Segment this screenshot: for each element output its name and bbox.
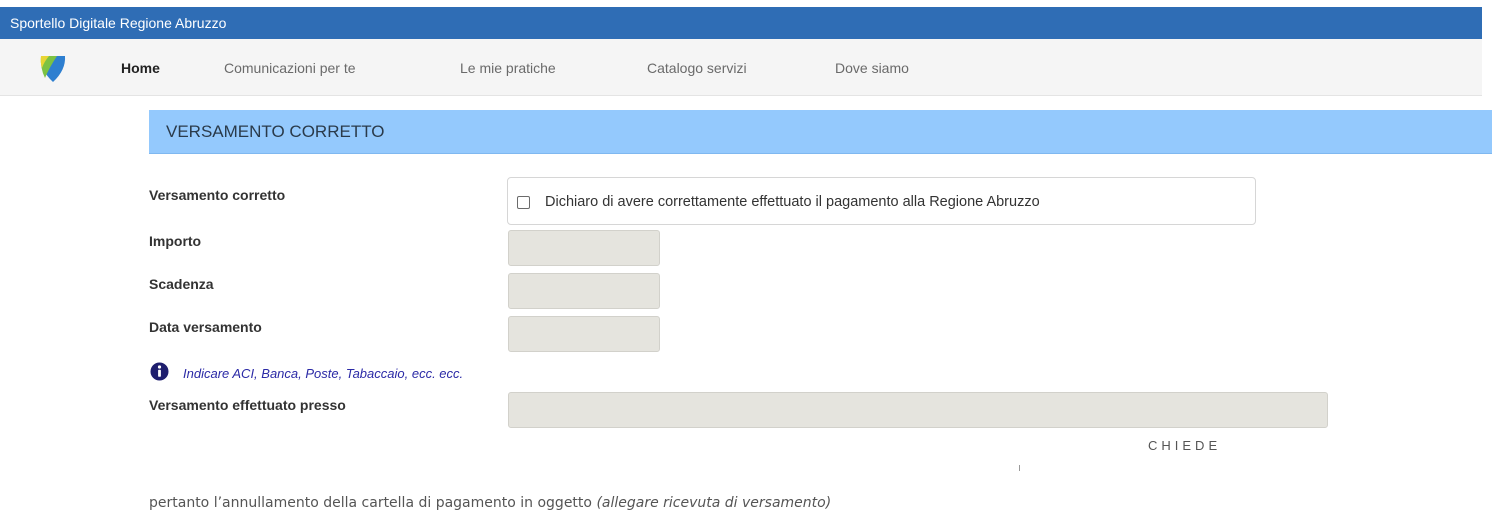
section-header: VERSAMENTO CORRETTO [149,110,1492,154]
data-versamento-input[interactable] [508,316,660,352]
top-bar: Sportello Digitale Regione Abruzzo [0,7,1482,39]
main-nav: Home Comunicazioni per te Le mie pratich… [0,39,1482,96]
info-icon [150,362,169,381]
scadenza-label: Scadenza [149,276,214,292]
scadenza-input[interactable] [508,273,660,309]
nav-dove-siamo[interactable]: Dove siamo [835,60,909,76]
chiede-text: CHIEDE [1148,438,1222,453]
importo-label: Importo [149,233,202,249]
nav-home[interactable]: Home [121,60,160,76]
nav-catalogo[interactable]: Catalogo servizi [647,60,747,76]
divider-mark [1019,465,1020,471]
footer-text: pertanto l’annullamento della cartella d… [149,495,592,511]
footer-statement: pertanto l’annullamento della cartella d… [149,495,831,511]
data-versamento-label: Data versamento [149,319,262,335]
footer-note: (allegare ricevuta di versamento) [596,495,832,511]
nav-comunicazioni[interactable]: Comunicazioni per te [224,60,356,76]
presso-label: Versamento effettuato presso [149,397,346,413]
versamento-corretto-checkbox-group[interactable]: Dichiaro di avere correttamente effettua… [507,177,1256,225]
versamento-corretto-checkbox-label[interactable]: Dichiaro di avere correttamente effettua… [545,194,1040,210]
nav-pratiche[interactable]: Le mie pratiche [460,60,556,76]
presso-input[interactable] [508,392,1328,428]
presso-hint: Indicare ACI, Banca, Poste, Tabaccaio, e… [183,366,464,381]
versamento-corretto-checkbox[interactable] [517,196,530,209]
regione-abruzzo-logo[interactable] [35,54,71,84]
versamento-corretto-label: Versamento corretto [149,187,286,203]
importo-input[interactable] [508,230,660,266]
app-title: Sportello Digitale Regione Abruzzo [10,15,227,31]
section-title: VERSAMENTO CORRETTO [166,122,385,141]
